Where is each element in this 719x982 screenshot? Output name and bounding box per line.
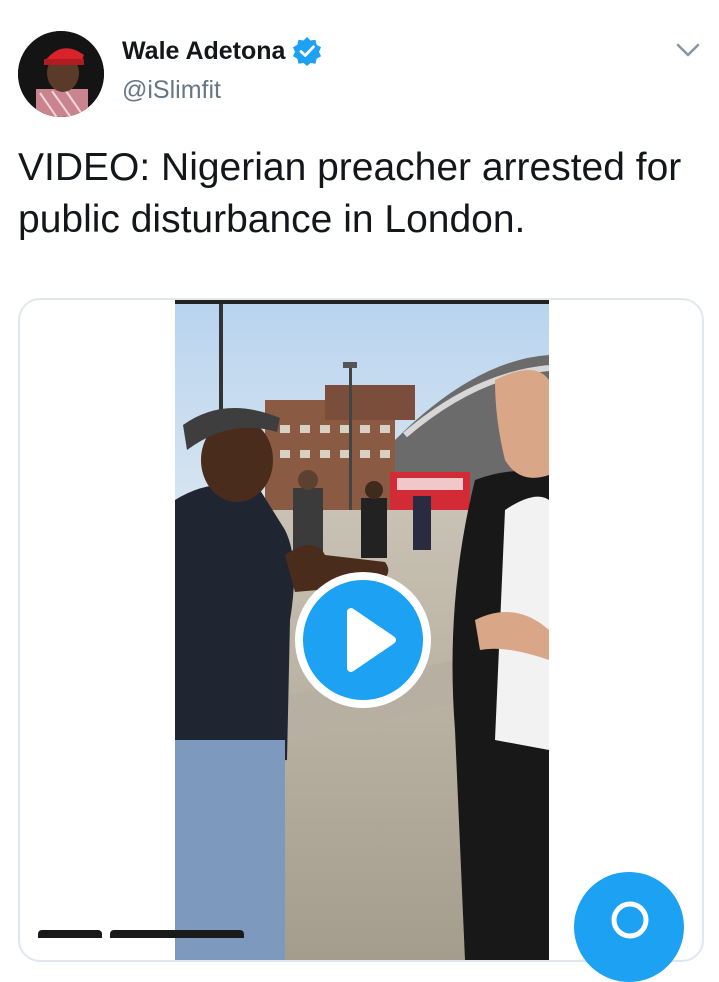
compose-button[interactable]	[574, 872, 684, 982]
avatar[interactable]	[18, 31, 104, 117]
tweet-text: VIDEO: Nigerian preacher arrested for pu…	[18, 146, 682, 241]
play-button[interactable]	[295, 572, 431, 708]
chevron-down-icon[interactable]	[673, 38, 703, 62]
video-overlay-bar-right	[110, 930, 244, 938]
verified-badge-icon	[293, 37, 322, 66]
author-handle[interactable]: @iSlimfit	[122, 76, 221, 105]
compose-icon	[611, 901, 649, 939]
video-overlay-bar-left	[38, 930, 102, 938]
author-name-row[interactable]: Wale Adetona	[122, 36, 322, 66]
author-name[interactable]: Wale Adetona	[122, 37, 285, 66]
play-icon	[347, 608, 396, 672]
media-card[interactable]	[18, 298, 704, 962]
